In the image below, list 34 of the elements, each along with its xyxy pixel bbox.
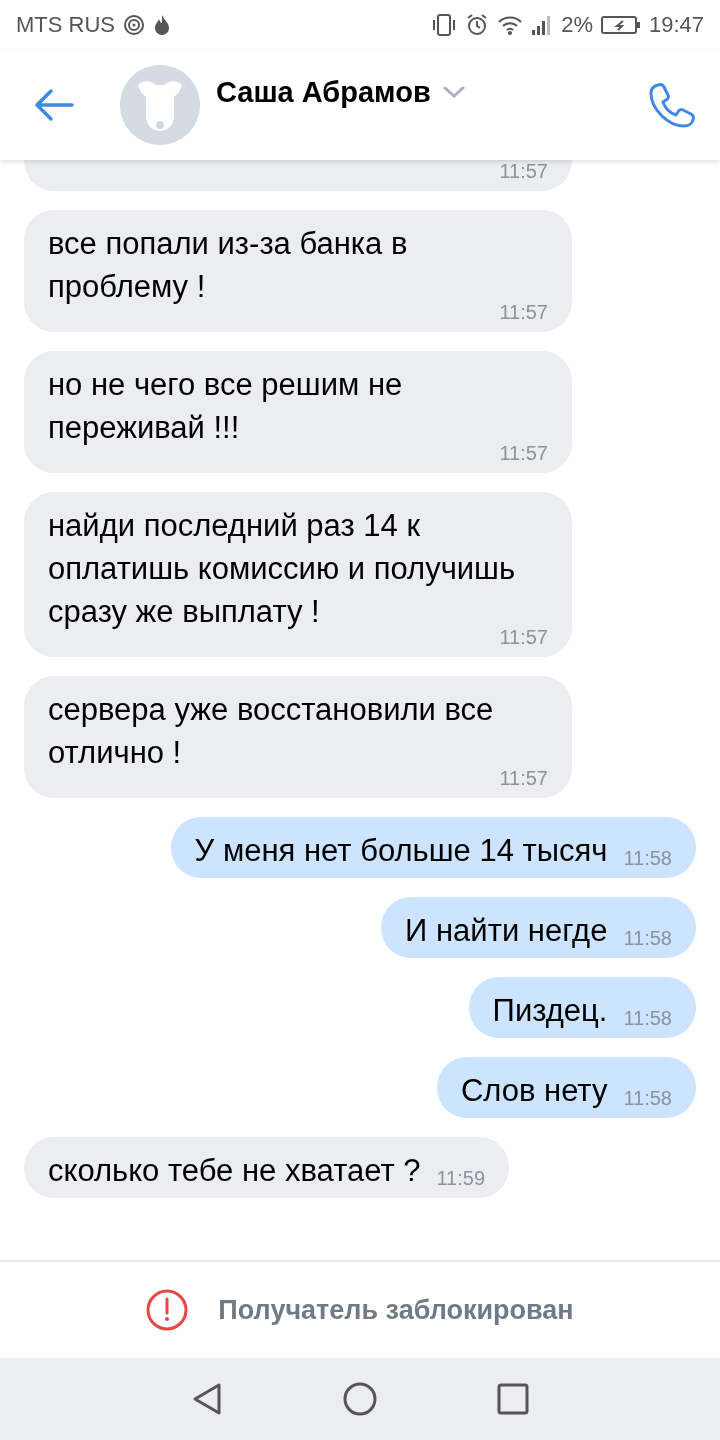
- message-time: 11:58: [622, 846, 672, 870]
- wifi-icon: [497, 14, 524, 36]
- battery-percent: 2%: [561, 12, 593, 38]
- message-text: Пиздец.: [492, 992, 608, 1030]
- recents-nav-icon[interactable]: [497, 1383, 529, 1415]
- target-icon: [123, 14, 145, 36]
- message-text: сервера уже восстановили все отлично !: [48, 691, 495, 772]
- carrier-name: MTS RUS: [16, 12, 115, 38]
- contact-name[interactable]: Саша Абрамов: [216, 76, 431, 109]
- message-time: 11:59: [435, 1166, 486, 1190]
- message-text: но не чего все решим не переживай !!!: [48, 366, 404, 447]
- message-time: 11:57: [498, 300, 548, 324]
- avatar-icon: [120, 65, 200, 145]
- message-time: 11:58: [622, 926, 672, 950]
- vibrate-icon: [431, 13, 458, 37]
- message-text: У меня нет больше 14 тысяч: [194, 832, 608, 870]
- flame-icon: [153, 14, 171, 36]
- message-text: Слов нету: [460, 1072, 608, 1110]
- message-text: сколько тебе не хватает ?: [48, 1152, 421, 1190]
- back-button[interactable]: [34, 88, 74, 122]
- call-button[interactable]: [648, 81, 696, 129]
- back-nav-icon[interactable]: [191, 1382, 223, 1416]
- home-nav-icon[interactable]: [343, 1382, 377, 1416]
- message-time: 11:58: [622, 1006, 672, 1030]
- message-time: 11:58: [622, 1086, 672, 1110]
- message-time: 11:57: [498, 766, 548, 790]
- clock-time: 19:47: [648, 12, 704, 38]
- message-time: 11:57: [498, 159, 548, 183]
- message-time: 11:57: [498, 441, 548, 465]
- message-text: И найти негде: [405, 912, 608, 950]
- warning-icon: [146, 1289, 189, 1331]
- battery-icon: [600, 15, 641, 35]
- message-text: все попали из-за банка в проблему !: [48, 225, 409, 306]
- blocked-notice: Получатель заблокирован: [218, 1294, 574, 1326]
